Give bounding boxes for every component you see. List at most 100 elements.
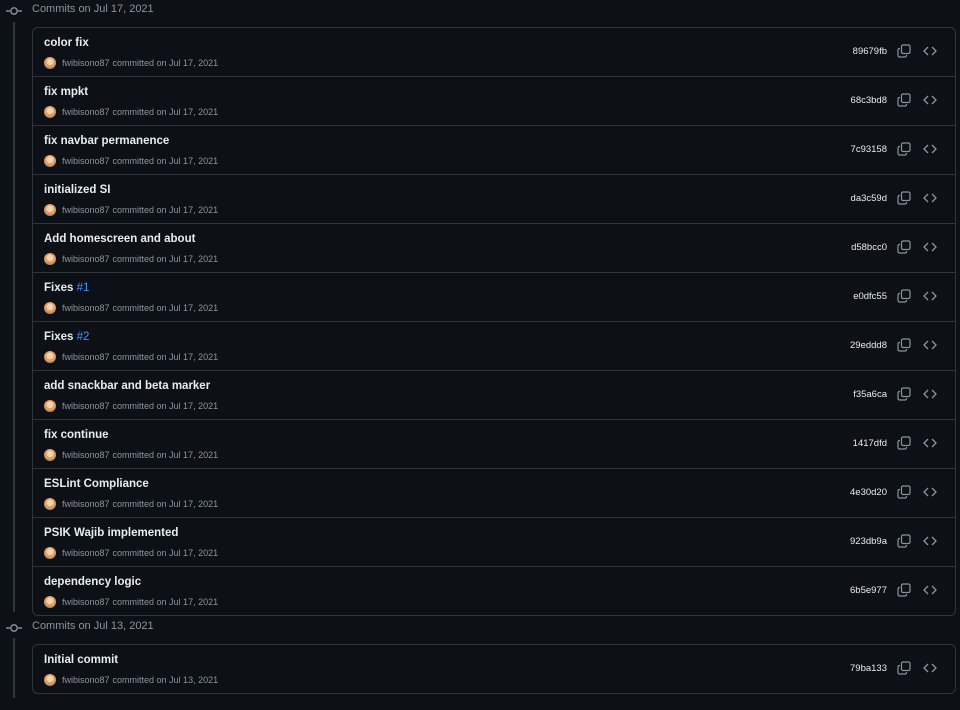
copy-icon[interactable]: [897, 534, 911, 548]
commit-sha-link[interactable]: 6b5e977: [850, 585, 887, 596]
commit-sha-link[interactable]: 29eddd8: [850, 340, 887, 351]
copy-icon[interactable]: [897, 44, 911, 58]
commit-author[interactable]: fwibisono87: [62, 156, 110, 166]
avatar[interactable]: [44, 674, 56, 686]
commit-author[interactable]: fwibisono87: [62, 597, 110, 607]
copy-icon[interactable]: [897, 93, 911, 107]
commit-message[interactable]: initialized SI: [44, 184, 110, 196]
commit-message-text[interactable]: ESLint Compliance: [44, 478, 149, 490]
commit-sha-link[interactable]: 89679fb: [853, 46, 887, 57]
avatar[interactable]: [44, 596, 56, 608]
commit-author[interactable]: fwibisono87: [62, 205, 110, 215]
copy-icon[interactable]: [897, 240, 911, 254]
commit-author[interactable]: fwibisono87: [62, 107, 110, 117]
avatar[interactable]: [44, 498, 56, 510]
code-icon[interactable]: [923, 387, 937, 401]
copy-icon[interactable]: [897, 661, 911, 675]
commit-message[interactable]: fix navbar permanence: [44, 135, 169, 147]
commit-author[interactable]: fwibisono87: [62, 401, 110, 411]
issue-link[interactable]: #2: [77, 331, 90, 343]
commit-author[interactable]: fwibisono87: [62, 450, 110, 460]
commit-message[interactable]: dependency logic: [44, 576, 141, 588]
commit-message-text[interactable]: fix continue: [44, 429, 109, 441]
copy-icon[interactable]: [897, 338, 911, 352]
commit-sha-link[interactable]: 7c93158: [851, 144, 887, 155]
commit-row: ESLint Compliance fwibisono87 committed on…: [33, 468, 955, 517]
issue-link[interactable]: #1: [77, 282, 90, 294]
commit-author[interactable]: fwibisono87: [62, 303, 110, 313]
commit-message-text[interactable]: fix navbar permanence: [44, 135, 169, 147]
commit-message-text[interactable]: initialized SI: [44, 184, 110, 196]
avatar[interactable]: [44, 400, 56, 412]
commit-sha-link[interactable]: d58bcc0: [851, 242, 887, 253]
commit-message[interactable]: color fix: [44, 37, 89, 49]
commit-message-text[interactable]: PSIK Wajib implemented: [44, 527, 178, 539]
commit-row: fix navbar permanence fwibisono87 committe…: [33, 125, 955, 174]
copy-icon[interactable]: [897, 436, 911, 450]
commit-message[interactable]: ESLint Compliance: [44, 478, 149, 490]
commit-sha-link[interactable]: 4e30d20: [850, 487, 887, 498]
commit-message-text[interactable]: Fixes: [44, 331, 77, 343]
commit-message[interactable]: Add homescreen and about: [44, 233, 195, 245]
code-icon[interactable]: [923, 44, 937, 58]
avatar[interactable]: [44, 253, 56, 265]
copy-icon[interactable]: [897, 583, 911, 597]
commit-message[interactable]: fix mpkt: [44, 86, 88, 98]
commit-sha-link[interactable]: 68c3bd8: [851, 95, 887, 106]
commit-sha-link[interactable]: 1417dfd: [853, 438, 887, 449]
commit-sha-link[interactable]: 923db9a: [850, 536, 887, 547]
commit-author[interactable]: fwibisono87: [62, 675, 110, 685]
commit-sha-link[interactable]: e0dfc55: [853, 291, 887, 302]
avatar[interactable]: [44, 57, 56, 69]
commit-message-text[interactable]: add snackbar and beta marker: [44, 380, 210, 392]
commit-message[interactable]: fix continue: [44, 429, 109, 441]
avatar[interactable]: [44, 302, 56, 314]
code-icon[interactable]: [923, 191, 937, 205]
commit-message-text[interactable]: color fix: [44, 37, 89, 49]
commit-row: fix continue fwibisono87 committed on Jul …: [33, 419, 955, 468]
copy-icon[interactable]: [897, 387, 911, 401]
avatar[interactable]: [44, 106, 56, 118]
commit-author[interactable]: fwibisono87: [62, 352, 110, 362]
commit-message[interactable]: Initial commit: [44, 654, 118, 666]
commit-author[interactable]: fwibisono87: [62, 499, 110, 509]
commit-message-text[interactable]: Initial commit: [44, 654, 118, 666]
avatar[interactable]: [44, 449, 56, 461]
commit-message[interactable]: Fixes #1: [44, 282, 89, 294]
commit-author[interactable]: fwibisono87: [62, 254, 110, 264]
commit-message-text[interactable]: Fixes: [44, 282, 77, 294]
code-icon[interactable]: [923, 436, 937, 450]
copy-icon[interactable]: [897, 191, 911, 205]
commit-meta: fwibisono87 committed on Jul 17, 2021: [44, 546, 218, 560]
code-icon[interactable]: [923, 534, 937, 548]
commit-message-text[interactable]: Add homescreen and about: [44, 233, 195, 245]
commit-message-text[interactable]: fix mpkt: [44, 86, 88, 98]
commit-sha-link[interactable]: da3c59d: [851, 193, 887, 204]
commit-meta: fwibisono87 committed on Jul 13, 2021: [44, 673, 218, 687]
commit-sha-link[interactable]: f35a6ca: [853, 389, 887, 400]
copy-icon[interactable]: [897, 142, 911, 156]
commit-sha-link[interactable]: 79ba133: [850, 663, 887, 674]
copy-icon[interactable]: [897, 485, 911, 499]
avatar[interactable]: [44, 155, 56, 167]
code-icon[interactable]: [923, 583, 937, 597]
code-icon[interactable]: [923, 338, 937, 352]
code-icon[interactable]: [923, 93, 937, 107]
avatar[interactable]: [44, 351, 56, 363]
avatar[interactable]: [44, 547, 56, 559]
commit-date: committed on Jul 17, 2021: [112, 352, 219, 362]
avatar[interactable]: [44, 204, 56, 216]
code-icon[interactable]: [923, 142, 937, 156]
commit-message[interactable]: PSIK Wajib implemented: [44, 527, 178, 539]
commit-message[interactable]: add snackbar and beta marker: [44, 380, 210, 392]
commit-message[interactable]: Fixes #2: [44, 331, 89, 343]
code-icon[interactable]: [923, 240, 937, 254]
commit-author[interactable]: fwibisono87: [62, 58, 110, 68]
commit-author[interactable]: fwibisono87: [62, 548, 110, 558]
commit-message-text[interactable]: dependency logic: [44, 576, 141, 588]
code-icon[interactable]: [923, 661, 937, 675]
copy-icon[interactable]: [897, 289, 911, 303]
code-icon[interactable]: [923, 289, 937, 303]
commit-date: committed on Jul 17, 2021: [112, 548, 219, 558]
code-icon[interactable]: [923, 485, 937, 499]
